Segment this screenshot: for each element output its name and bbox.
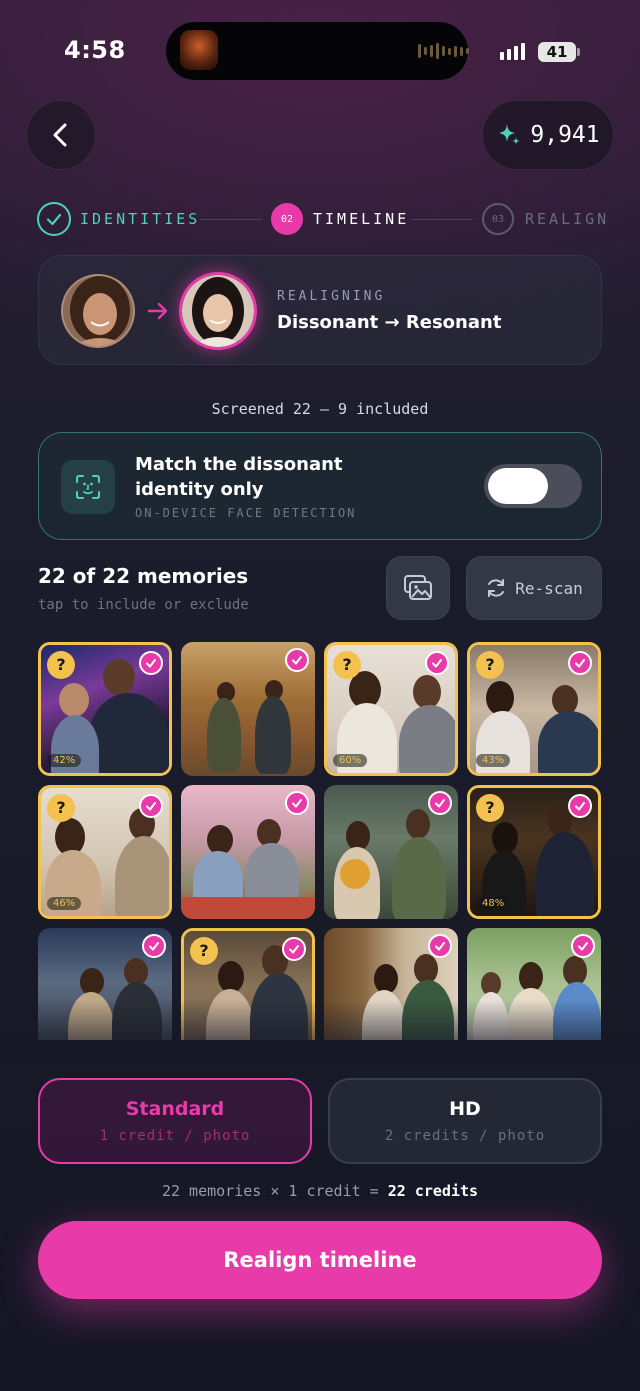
signal-icon bbox=[500, 43, 525, 60]
rescan-button[interactable]: Re-scan bbox=[466, 556, 602, 620]
credits-balance[interactable]: 9,941 bbox=[482, 100, 614, 170]
cost-total: 22 credits bbox=[387, 1182, 479, 1200]
selected-check-icon bbox=[425, 651, 449, 675]
gallery-button[interactable] bbox=[386, 556, 450, 620]
selected-check-icon bbox=[139, 794, 163, 818]
low-confidence-badge: ? bbox=[47, 794, 75, 822]
photo-tile[interactable]: ? 60% bbox=[324, 642, 458, 776]
audio-wave-icon bbox=[418, 42, 469, 60]
back-arrow-icon bbox=[53, 123, 67, 147]
confidence-label: 43% bbox=[476, 754, 511, 767]
selected-check-icon bbox=[285, 791, 309, 815]
standard-title: Standard bbox=[125, 1098, 225, 1120]
selected-check-icon bbox=[571, 934, 595, 958]
memories-hint: tap to include or exclude bbox=[38, 597, 249, 613]
selected-check-icon bbox=[142, 934, 166, 958]
step-divider bbox=[200, 219, 262, 220]
hd-title: HD bbox=[449, 1098, 481, 1120]
photo-tile[interactable] bbox=[181, 642, 315, 776]
low-confidence-badge: ? bbox=[476, 651, 504, 679]
credits-value: 9,941 bbox=[530, 122, 600, 148]
selected-check-icon bbox=[568, 794, 592, 818]
step-identities bbox=[37, 202, 71, 236]
confidence-label: 48% bbox=[476, 897, 511, 910]
low-confidence-badge: ? bbox=[476, 794, 504, 822]
source-avatar bbox=[61, 274, 135, 348]
standard-price: 1 credit / photo bbox=[99, 1128, 251, 1144]
realign-title: Dissonant → Resonant bbox=[277, 312, 502, 333]
toggle-knob bbox=[488, 468, 548, 504]
selected-check-icon bbox=[568, 651, 592, 675]
quality-standard-button[interactable]: Standard 1 credit / photo bbox=[38, 1078, 312, 1164]
confidence-label: 46% bbox=[47, 897, 82, 910]
step-identities-label: IDENTITIES bbox=[80, 210, 201, 228]
step-timeline-number: 02 bbox=[280, 213, 294, 225]
target-avatar bbox=[179, 272, 257, 350]
photo-tile[interactable]: ? 43% bbox=[467, 642, 601, 776]
gallery-icon bbox=[404, 575, 432, 600]
cost-formula: 22 memories × 1 credit = bbox=[161, 1182, 379, 1200]
step-realign: 03 bbox=[482, 203, 514, 235]
low-confidence-badge: ? bbox=[190, 937, 218, 965]
photo-grid: ? 42% ? 60% ? 43% ? 46% ? 48% ? bbox=[38, 642, 602, 1040]
now-playing-artwork bbox=[180, 30, 218, 70]
confidence-label: 42% bbox=[47, 754, 82, 767]
battery-indicator: 41 bbox=[538, 42, 576, 62]
photo-tile[interactable]: ? 42% bbox=[38, 642, 172, 776]
realigning-eyebrow: REALIGNING bbox=[277, 289, 386, 304]
realign-card: REALIGNING Dissonant → Resonant bbox=[38, 255, 602, 365]
quality-hd-button[interactable]: HD 2 credits / photo bbox=[328, 1078, 602, 1164]
match-identity-card[interactable]: Match the dissonant identity only ON-DEV… bbox=[38, 432, 602, 540]
photo-tile[interactable]: ? 48% bbox=[467, 785, 601, 919]
step-realign-number: 03 bbox=[491, 213, 505, 225]
low-confidence-badge: ? bbox=[47, 651, 75, 679]
screened-summary: Screened 22 — 9 included bbox=[211, 400, 429, 418]
step-realign-label: REALIGN bbox=[525, 210, 610, 228]
match-subtitle: ON-DEVICE FACE DETECTION bbox=[135, 506, 357, 520]
step-timeline: 02 bbox=[271, 203, 303, 235]
photo-tile[interactable] bbox=[324, 785, 458, 919]
selected-check-icon bbox=[282, 937, 306, 961]
rescan-label: Re-scan bbox=[515, 578, 583, 598]
selected-check-icon bbox=[428, 791, 452, 815]
arrow-right-icon bbox=[147, 302, 168, 320]
match-title-line1: Match the dissonant bbox=[135, 454, 343, 475]
match-toggle[interactable] bbox=[484, 464, 582, 508]
battery-tip bbox=[577, 48, 580, 56]
step-divider bbox=[411, 219, 473, 220]
step-timeline-label: TIMELINE bbox=[313, 210, 410, 228]
back-button[interactable] bbox=[26, 100, 96, 170]
low-confidence-badge: ? bbox=[333, 651, 361, 679]
match-title: Match the dissonant identity only bbox=[135, 452, 343, 502]
confidence-label: 60% bbox=[333, 754, 368, 767]
status-time: 4:58 bbox=[64, 36, 126, 64]
selected-check-icon bbox=[139, 651, 163, 675]
selected-check-icon bbox=[428, 934, 452, 958]
photo-tile[interactable] bbox=[181, 785, 315, 919]
match-title-line2: identity only bbox=[135, 479, 264, 500]
hd-price: 2 credits / photo bbox=[384, 1128, 546, 1144]
check-icon bbox=[46, 213, 62, 226]
selected-check-icon bbox=[285, 648, 309, 672]
realign-timeline-button[interactable]: Realign timeline bbox=[38, 1221, 602, 1299]
cost-summary: 22 memories × 1 credit = 22 credits bbox=[0, 1182, 640, 1200]
photo-tile[interactable]: ? 46% bbox=[38, 785, 172, 919]
memories-count: 22 of 22 memories bbox=[38, 564, 249, 588]
sparkle-icon bbox=[499, 124, 521, 145]
grid-fade-overlay bbox=[0, 1000, 640, 1060]
face-scan-icon bbox=[61, 460, 115, 514]
refresh-icon bbox=[488, 579, 505, 597]
